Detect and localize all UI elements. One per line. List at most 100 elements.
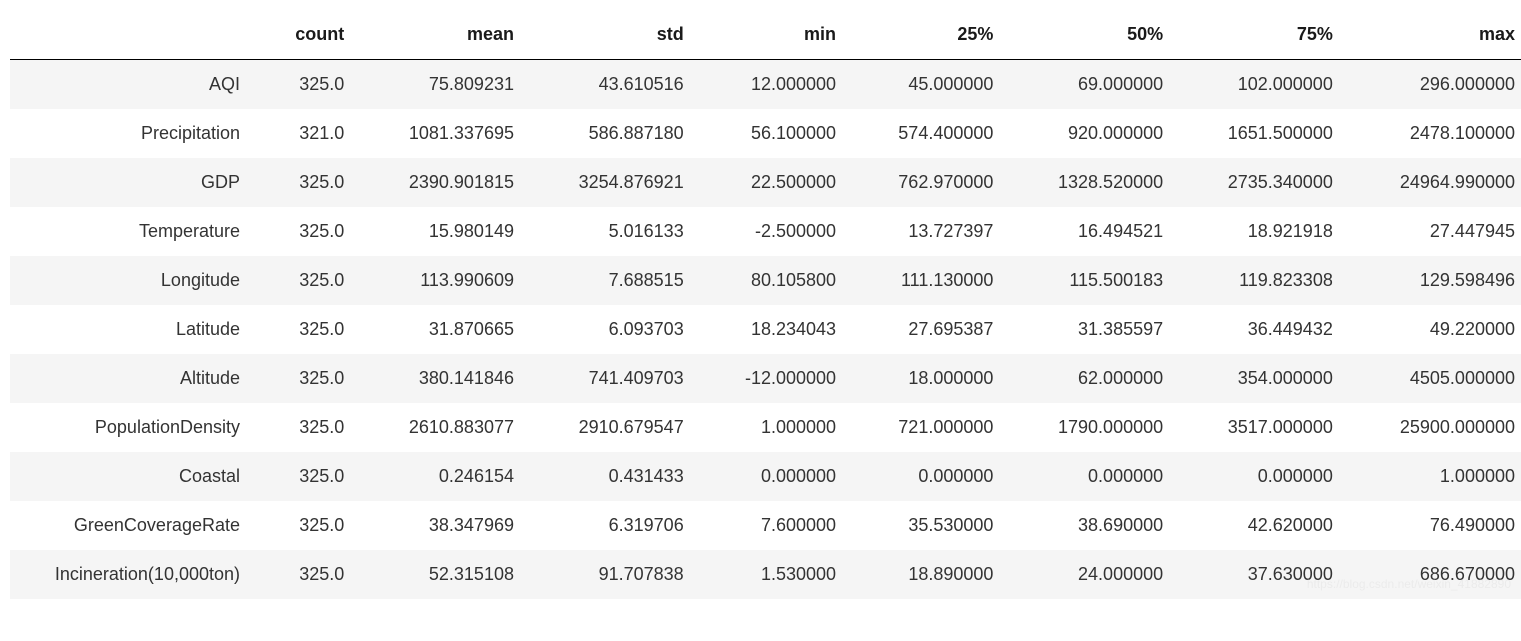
cell-value: 80.105800	[700, 256, 852, 305]
cell-value: 25900.000000	[1349, 403, 1521, 452]
cell-value: 2735.340000	[1179, 158, 1349, 207]
cell-value: 920.000000	[1009, 109, 1179, 158]
row-label: AQI	[10, 60, 260, 110]
describe-table: count mean std min 25% 50% 75% max AQI32…	[10, 10, 1521, 599]
cell-value: 27.447945	[1349, 207, 1521, 256]
cell-value: 1651.500000	[1179, 109, 1349, 158]
table-row: Temperature325.015.9801495.016133-2.5000…	[10, 207, 1521, 256]
header-blank	[10, 10, 260, 60]
row-label: Altitude	[10, 354, 260, 403]
cell-value: 2390.901815	[360, 158, 530, 207]
cell-value: 0.431433	[530, 452, 700, 501]
table-row: Incineration(10,000ton)325.052.31510891.…	[10, 550, 1521, 599]
cell-value: 321.0	[260, 109, 360, 158]
cell-value: 354.000000	[1179, 354, 1349, 403]
cell-value: 325.0	[260, 550, 360, 599]
cell-value: 325.0	[260, 207, 360, 256]
table-body: AQI325.075.80923143.61051612.00000045.00…	[10, 60, 1521, 600]
cell-value: 325.0	[260, 60, 360, 110]
cell-value: 325.0	[260, 452, 360, 501]
cell-value: 129.598496	[1349, 256, 1521, 305]
row-label: Longitude	[10, 256, 260, 305]
cell-value: 24.000000	[1009, 550, 1179, 599]
cell-value: 325.0	[260, 354, 360, 403]
cell-value: 52.315108	[360, 550, 530, 599]
cell-value: 22.500000	[700, 158, 852, 207]
cell-value: 4505.000000	[1349, 354, 1521, 403]
cell-value: 115.500183	[1009, 256, 1179, 305]
cell-value: -12.000000	[700, 354, 852, 403]
cell-value: 37.630000	[1179, 550, 1349, 599]
cell-value: 7.688515	[530, 256, 700, 305]
cell-value: 7.600000	[700, 501, 852, 550]
row-label: Temperature	[10, 207, 260, 256]
table-row: Precipitation321.01081.337695586.8871805…	[10, 109, 1521, 158]
cell-value: 18.890000	[852, 550, 1009, 599]
cell-value: 325.0	[260, 305, 360, 354]
cell-value: 18.000000	[852, 354, 1009, 403]
header-min: min	[700, 10, 852, 60]
cell-value: 0.000000	[1179, 452, 1349, 501]
row-label: Precipitation	[10, 109, 260, 158]
cell-value: 1081.337695	[360, 109, 530, 158]
cell-value: 45.000000	[852, 60, 1009, 110]
cell-value: 325.0	[260, 158, 360, 207]
cell-value: 325.0	[260, 501, 360, 550]
cell-value: 6.319706	[530, 501, 700, 550]
cell-value: 721.000000	[852, 403, 1009, 452]
cell-value: 574.400000	[852, 109, 1009, 158]
cell-value: 296.000000	[1349, 60, 1521, 110]
cell-value: 686.670000	[1349, 550, 1521, 599]
cell-value: 38.690000	[1009, 501, 1179, 550]
cell-value: 76.490000	[1349, 501, 1521, 550]
cell-value: 0.000000	[1009, 452, 1179, 501]
header-mean: mean	[360, 10, 530, 60]
cell-value: 3254.876921	[530, 158, 700, 207]
header-max: max	[1349, 10, 1521, 60]
cell-value: 741.409703	[530, 354, 700, 403]
cell-value: 6.093703	[530, 305, 700, 354]
cell-value: 3517.000000	[1179, 403, 1349, 452]
cell-value: 119.823308	[1179, 256, 1349, 305]
cell-value: 18.921918	[1179, 207, 1349, 256]
cell-value: 56.100000	[700, 109, 852, 158]
stats-table-container: count mean std min 25% 50% 75% max AQI32…	[10, 10, 1521, 599]
cell-value: 325.0	[260, 256, 360, 305]
cell-value: 15.980149	[360, 207, 530, 256]
cell-value: 16.494521	[1009, 207, 1179, 256]
cell-value: 91.707838	[530, 550, 700, 599]
cell-value: 31.870665	[360, 305, 530, 354]
cell-value: 5.016133	[530, 207, 700, 256]
cell-value: -2.500000	[700, 207, 852, 256]
cell-value: 31.385597	[1009, 305, 1179, 354]
row-label: PopulationDensity	[10, 403, 260, 452]
cell-value: 49.220000	[1349, 305, 1521, 354]
table-row: GDP325.02390.9018153254.87692122.5000007…	[10, 158, 1521, 207]
cell-value: 27.695387	[852, 305, 1009, 354]
cell-value: 1.000000	[700, 403, 852, 452]
cell-value: 1790.000000	[1009, 403, 1179, 452]
row-label: Incineration(10,000ton)	[10, 550, 260, 599]
cell-value: 24964.990000	[1349, 158, 1521, 207]
header-75: 75%	[1179, 10, 1349, 60]
table-row: Latitude325.031.8706656.09370318.2340432…	[10, 305, 1521, 354]
row-label: Latitude	[10, 305, 260, 354]
cell-value: 13.727397	[852, 207, 1009, 256]
cell-value: 586.887180	[530, 109, 700, 158]
cell-value: 325.0	[260, 403, 360, 452]
header-25: 25%	[852, 10, 1009, 60]
table-row: Altitude325.0380.141846741.409703-12.000…	[10, 354, 1521, 403]
cell-value: 35.530000	[852, 501, 1009, 550]
cell-value: 380.141846	[360, 354, 530, 403]
cell-value: 102.000000	[1179, 60, 1349, 110]
cell-value: 1328.520000	[1009, 158, 1179, 207]
cell-value: 0.000000	[700, 452, 852, 501]
table-row: Coastal325.00.2461540.4314330.0000000.00…	[10, 452, 1521, 501]
cell-value: 1.000000	[1349, 452, 1521, 501]
row-label: GDP	[10, 158, 260, 207]
cell-value: 0.000000	[852, 452, 1009, 501]
row-label: Coastal	[10, 452, 260, 501]
table-row: AQI325.075.80923143.61051612.00000045.00…	[10, 60, 1521, 110]
cell-value: 0.246154	[360, 452, 530, 501]
cell-value: 69.000000	[1009, 60, 1179, 110]
